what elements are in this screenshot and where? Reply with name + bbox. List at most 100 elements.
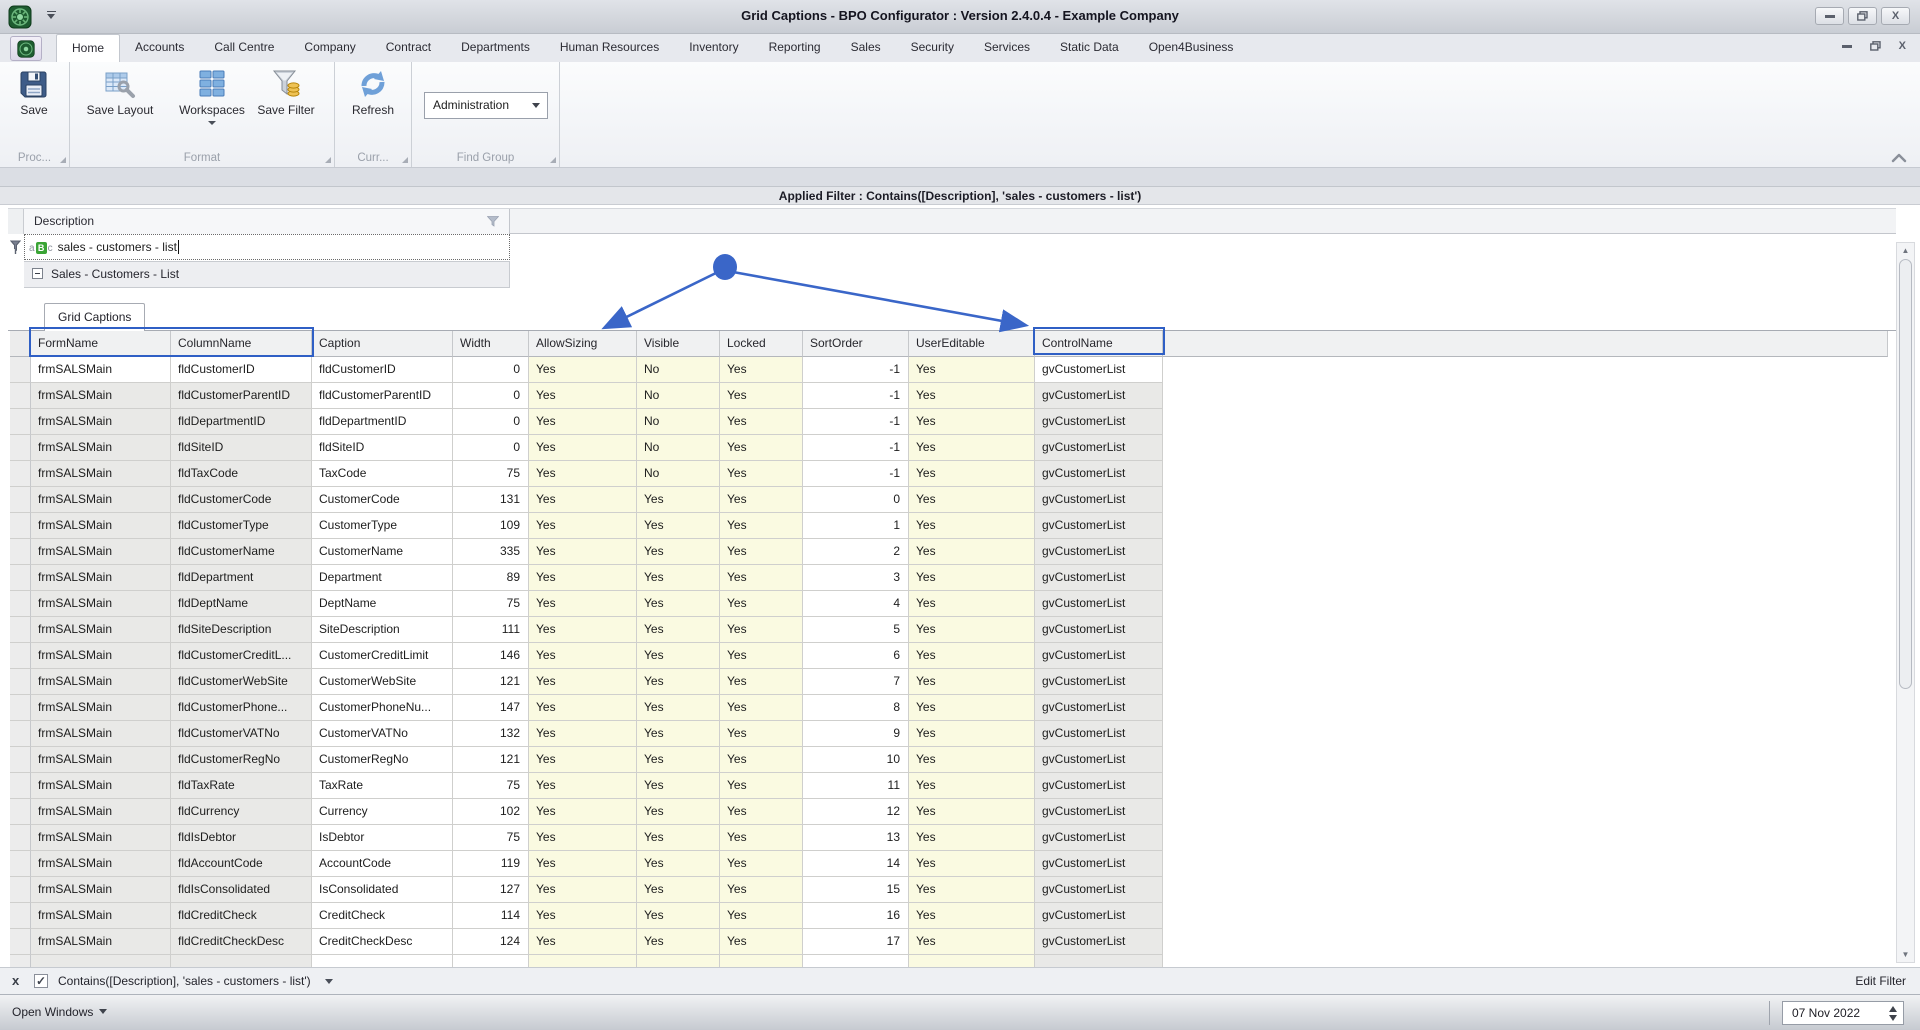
column-header-sortorder[interactable]: SortOrder [803, 331, 909, 357]
ribbon-tab-security[interactable]: Security [896, 34, 969, 62]
grid-cell-allowsizing[interactable]: Yes [529, 903, 637, 929]
ribbon-tab-sales[interactable]: Sales [836, 34, 896, 62]
grid-cell-width[interactable]: 75 [453, 461, 529, 487]
grid-cell-columnname[interactable]: fldDepartmentID [171, 409, 312, 435]
grid-cell-width[interactable]: 75 [453, 825, 529, 851]
grid-row[interactable]: frmSALSMainfldTaxCodeTaxCode75YesNoYes-1… [0, 461, 1896, 487]
grid-row[interactable]: frmSALSMainfldCustomerCodeCustomerCode13… [0, 487, 1896, 513]
mdi-close-icon[interactable]: X [1899, 40, 1906, 52]
grid-cell-width[interactable]: 124 [453, 929, 529, 955]
grid-cell-locked[interactable]: Yes [720, 409, 803, 435]
grid-cell-sortorder[interactable]: 4 [803, 591, 909, 617]
grid-cell-sortorder[interactable]: 13 [803, 825, 909, 851]
group-dialog-launcher-icon[interactable] [550, 157, 556, 163]
collapse-ribbon-icon[interactable] [1890, 151, 1908, 165]
grid-cell-controlname[interactable]: gvCustomerList [1035, 539, 1163, 565]
grid-cell-allowsizing[interactable]: Yes [529, 487, 637, 513]
grid-cell-locked[interactable]: Yes [720, 695, 803, 721]
grid-cell-allowsizing[interactable]: Yes [529, 747, 637, 773]
grid-cell-columnname[interactable]: fldTaxCode [171, 461, 312, 487]
grid-cell-sortorder[interactable]: -1 [803, 409, 909, 435]
grid-cell-usereditable[interactable]: Yes [909, 643, 1035, 669]
spin-up-icon[interactable] [1889, 1006, 1897, 1012]
grid-row[interactable]: frmSALSMainfldTaxRateTaxRate75YesYesYes1… [0, 773, 1896, 799]
grid-cell-locked[interactable]: Yes [720, 591, 803, 617]
grid-cell-visible[interactable]: No [637, 409, 720, 435]
grid-cell-visible[interactable]: Yes [637, 617, 720, 643]
application-menu-button[interactable] [10, 36, 42, 61]
grid-cell-allowsizing[interactable]: Yes [529, 409, 637, 435]
grid-cell-sortorder[interactable]: 11 [803, 773, 909, 799]
ribbon-tab-open4business[interactable]: Open4Business [1134, 34, 1249, 62]
group-dialog-launcher-icon[interactable] [325, 157, 331, 163]
grid-cell-locked[interactable]: Yes [720, 721, 803, 747]
grid-cell-controlname[interactable] [1035, 955, 1163, 967]
grid-cell-sortorder[interactable]: 6 [803, 643, 909, 669]
grid-cell-locked[interactable]: Yes [720, 487, 803, 513]
grid-cell-locked[interactable]: Yes [720, 929, 803, 955]
grid-cell-visible[interactable]: Yes [637, 851, 720, 877]
row-indicator[interactable] [10, 851, 31, 877]
grid-cell-sortorder[interactable]: 17 [803, 929, 909, 955]
ribbon-tab-call-centre[interactable]: Call Centre [199, 34, 289, 62]
grid-cell-width[interactable]: 147 [453, 695, 529, 721]
grid-row[interactable]: frmSALSMainfldCustomerPhone...CustomerPh… [0, 695, 1896, 721]
column-header-visible[interactable]: Visible [637, 331, 720, 357]
grid-cell-usereditable[interactable]: Yes [909, 461, 1035, 487]
grid-cell-usereditable[interactable]: Yes [909, 617, 1035, 643]
grid-cell-caption[interactable]: CustomerName [312, 539, 453, 565]
grid-cell-allowsizing[interactable]: Yes [529, 383, 637, 409]
grid-cell-controlname[interactable]: gvCustomerList [1035, 877, 1163, 903]
grid-cell-controlname[interactable]: gvCustomerList [1035, 617, 1163, 643]
grid-cell-caption[interactable]: CustomerType [312, 513, 453, 539]
grid-cell-visible[interactable]: No [637, 461, 720, 487]
grid-cell-visible[interactable]: Yes [637, 591, 720, 617]
grid-cell-columnname[interactable]: fldCustomerCode [171, 487, 312, 513]
row-indicator[interactable] [10, 643, 31, 669]
grid-cell-controlname[interactable]: gvCustomerList [1035, 669, 1163, 695]
grid-cell-visible[interactable]: Yes [637, 643, 720, 669]
remove-filter-button[interactable]: x [12, 973, 19, 988]
grid-cell-width[interactable]: 127 [453, 877, 529, 903]
grid-row[interactable]: frmSALSMainfldCreditCheckCreditCheck114Y… [0, 903, 1896, 929]
grid-row[interactable]: frmSALSMainfldCreditCheckDescCreditCheck… [0, 929, 1896, 955]
grid-cell-visible[interactable]: Yes [637, 695, 720, 721]
grid-cell-width[interactable]: 75 [453, 773, 529, 799]
grid-cell-visible[interactable]: Yes [637, 539, 720, 565]
grid-cell-columnname[interactable]: fldSiteDescription [171, 617, 312, 643]
spin-down-icon[interactable] [1889, 1015, 1897, 1021]
grid-cell-caption[interactable]: Department [312, 565, 453, 591]
column-header-allowsizing[interactable]: AllowSizing [529, 331, 637, 357]
row-indicator[interactable] [10, 461, 31, 487]
row-indicator[interactable] [10, 773, 31, 799]
grid-cell-locked[interactable]: Yes [720, 851, 803, 877]
grid-cell-width[interactable]: 121 [453, 747, 529, 773]
grid-row[interactable]: frmSALSMainfldCustomerTypeCustomerType10… [0, 513, 1896, 539]
grid-cell-locked[interactable]: Yes [720, 383, 803, 409]
mdi-minimize-icon[interactable] [1842, 45, 1852, 48]
grid-cell-locked[interactable]: Yes [720, 565, 803, 591]
grid-cell-formname[interactable]: frmSALSMain [31, 487, 171, 513]
grid-cell-controlname[interactable]: gvCustomerList [1035, 461, 1163, 487]
grid-row[interactable]: frmSALSMainfldCurrencyCurrency102YesYesY… [0, 799, 1896, 825]
grid-cell-controlname[interactable]: gvCustomerList [1035, 747, 1163, 773]
grid-cell-caption[interactable]: IsDebtor [312, 825, 453, 851]
grid-cell-allowsizing[interactable]: Yes [529, 435, 637, 461]
grid-cell-formname[interactable]: frmSALSMain [31, 773, 171, 799]
grid-cell-usereditable[interactable]: Yes [909, 903, 1035, 929]
grid-cell-columnname[interactable]: fldDeptName [171, 591, 312, 617]
description-filter-input[interactable]: aBcsales - customers - list [24, 234, 510, 260]
grid-cell-controlname[interactable]: gvCustomerList [1035, 799, 1163, 825]
grid-cell-controlname[interactable]: gvCustomerList [1035, 643, 1163, 669]
grid-cell-caption[interactable]: CustomerRegNo [312, 747, 453, 773]
grid-cell-controlname[interactable]: gvCustomerList [1035, 903, 1163, 929]
grid-cell-visible[interactable]: Yes [637, 877, 720, 903]
column-filter-icon[interactable] [487, 216, 499, 227]
grid-cell-controlname[interactable]: gvCustomerList [1035, 409, 1163, 435]
grid-cell-width[interactable]: 119 [453, 851, 529, 877]
grid-cell-sortorder[interactable]: 15 [803, 877, 909, 903]
grid-cell-controlname[interactable]: gvCustomerList [1035, 851, 1163, 877]
grid-cell-columnname[interactable]: fldAccountCode [171, 851, 312, 877]
grid-cell-allowsizing[interactable]: Yes [529, 877, 637, 903]
scroll-down-icon[interactable]: ▼ [1897, 947, 1914, 962]
